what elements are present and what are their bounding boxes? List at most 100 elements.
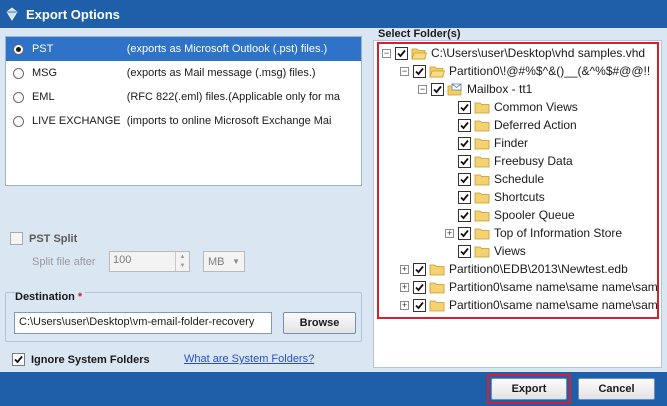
option-description: (RFC 822(.eml) files.(Applicable only fo… (126, 91, 341, 103)
destination-path-field[interactable]: C:\Users\user\Desktop\vm-email-folder-re… (14, 312, 272, 334)
option-description: (exports as Mail message (.msg) files.) (126, 67, 316, 79)
tree-node-folder[interactable]: + Top of Information Store (445, 224, 622, 242)
checkbox-icon[interactable] (458, 100, 471, 114)
tree-node-mailbox[interactable]: − Mailbox - tt1 (418, 80, 532, 98)
checkbox-icon[interactable] (458, 190, 471, 204)
expand-icon[interactable]: + (400, 300, 409, 310)
checkbox-icon[interactable] (413, 262, 426, 276)
checkbox-icon[interactable] (458, 172, 471, 186)
collapse-icon[interactable]: − (400, 66, 409, 76)
collapse-icon[interactable]: − (418, 84, 427, 94)
tree-node-partition[interactable]: + Partition0\EDB\2013\Newtest.edb (400, 260, 628, 278)
tree-label: Partition0\same name\same name\same na (449, 280, 659, 294)
split-unit-select[interactable]: MB ▼ (203, 251, 245, 272)
expand-icon[interactable]: + (400, 264, 409, 274)
export-format-list: PST (exports as Microsoft Outlook (.pst)… (5, 36, 362, 186)
split-size-stepper[interactable]: 100 ▲ ▼ (109, 251, 190, 272)
tree-node-folder[interactable]: Spooler Queue (458, 206, 575, 224)
checkbox-icon[interactable] (413, 280, 426, 294)
system-folders-help-link[interactable]: What are System Folders? (184, 353, 314, 365)
split-size-value: 100 (113, 254, 132, 266)
tree-node-folder[interactable]: Shortcuts (458, 188, 545, 206)
folder-icon (474, 102, 490, 113)
tree-label: Views (494, 244, 526, 258)
checkbox-icon[interactable] (413, 298, 426, 312)
cancel-button[interactable]: Cancel (578, 378, 655, 400)
destination-label-text: Destination (15, 291, 75, 303)
option-description: (exports as Microsoft Outlook (.pst) fil… (126, 43, 328, 55)
eml-radio[interactable] (13, 91, 24, 103)
pst-radio[interactable] (13, 43, 24, 55)
checkbox-icon[interactable] (458, 226, 471, 240)
checkbox-icon[interactable] (413, 64, 426, 78)
split-file-label: Split file after (32, 256, 96, 268)
folder-icon (474, 246, 490, 257)
tree-node-partition[interactable]: + Partition0\same name\same name\same na (400, 296, 659, 314)
expand-icon[interactable]: + (400, 282, 409, 292)
pst-split-checkbox[interactable]: PST Split (10, 232, 77, 245)
folder-icon (474, 120, 490, 131)
collapse-icon[interactable]: − (382, 48, 391, 58)
destination-label: Destination * (15, 291, 86, 303)
tree-node-folder[interactable]: Deferred Action (458, 116, 577, 134)
folder-tree: − C:\Users\user\Desktop\vhd samples.vhd … (377, 42, 659, 319)
app-logo-icon (4, 6, 20, 22)
checkbox-icon[interactable] (395, 46, 408, 60)
spinner-arrows[interactable]: ▲ ▼ (175, 252, 189, 271)
tree-node-partition[interactable]: + Partition0\same name\same name\same na (400, 278, 659, 296)
tree-node-folder[interactable]: Freebusy Data (458, 152, 573, 170)
export-button[interactable]: Export (491, 378, 567, 400)
checkbox-icon[interactable] (458, 118, 471, 132)
mailbox-icon (447, 83, 462, 95)
option-name: MSG (31, 67, 58, 79)
option-pst[interactable]: PST (exports as Microsoft Outlook (.pst)… (6, 37, 361, 61)
tree-label: Common Views (494, 100, 578, 114)
option-live-exchange[interactable]: LIVE EXCHANGE (imports to online Microso… (6, 109, 361, 133)
live-exchange-radio[interactable] (13, 115, 24, 127)
option-name: PST (31, 43, 54, 55)
folder-icon (474, 156, 490, 167)
tree-node-folder[interactable]: Schedule (458, 170, 544, 188)
tree-node-partition[interactable]: − Partition0\!@#%$^&()__(&^%$#@@!! (400, 62, 650, 80)
tree-node-folder[interactable]: Finder (458, 134, 528, 152)
tree-label: Freebusy Data (494, 154, 573, 168)
tree-label: Mailbox - tt1 (467, 82, 533, 96)
checkbox-icon[interactable] (12, 353, 25, 366)
select-folders-label: Select Folder(s) (378, 28, 461, 40)
option-name: EML (31, 91, 55, 103)
folder-icon (429, 264, 445, 275)
ignore-system-folders-checkbox[interactable]: Ignore System Folders (12, 353, 150, 366)
tree-label: Deferred Action (494, 118, 577, 132)
open-folder-icon (411, 48, 427, 59)
checkbox-icon[interactable] (458, 136, 471, 150)
folder-icon (429, 300, 445, 311)
msg-radio[interactable] (13, 67, 24, 79)
folder-icon (474, 192, 490, 203)
tree-label: Schedule (494, 172, 545, 186)
option-description: (imports to online Microsoft Exchange Ma… (126, 115, 332, 127)
window-title: Export Options (26, 6, 120, 22)
expand-icon[interactable]: + (445, 228, 454, 238)
folder-icon (474, 138, 490, 149)
checkbox-icon[interactable] (10, 232, 23, 245)
folder-tree-panel: − C:\Users\user\Desktop\vhd samples.vhd … (373, 40, 662, 368)
option-eml[interactable]: EML (RFC 822(.eml) files.(Applicable onl… (6, 85, 361, 109)
checkbox-icon[interactable] (458, 244, 471, 258)
checkbox-icon[interactable] (431, 82, 444, 96)
pst-split-label: PST Split (29, 232, 78, 245)
folder-icon (429, 282, 445, 293)
split-unit-value: MB (208, 255, 225, 268)
tree-label: Partition0\EDB\2013\Newtest.edb (449, 262, 628, 276)
tree-label: Partition0\same name\same name\same na (449, 298, 659, 312)
spin-down-icon[interactable]: ▼ (176, 262, 189, 272)
checkbox-icon[interactable] (458, 208, 471, 222)
tree-label: Spooler Queue (494, 208, 575, 222)
option-msg[interactable]: MSG (exports as Mail message (.msg) file… (6, 61, 361, 85)
spin-up-icon[interactable]: ▲ (176, 252, 189, 262)
tree-label: Partition0\!@#%$^&()__(&^%$#@@!! (449, 64, 651, 78)
checkbox-icon[interactable] (458, 154, 471, 168)
browse-button[interactable]: Browse (283, 312, 356, 334)
tree-node-folder[interactable]: Common Views (458, 98, 578, 116)
tree-node-root[interactable]: − C:\Users\user\Desktop\vhd samples.vhd (382, 44, 645, 62)
tree-node-folder[interactable]: Views (458, 242, 526, 260)
